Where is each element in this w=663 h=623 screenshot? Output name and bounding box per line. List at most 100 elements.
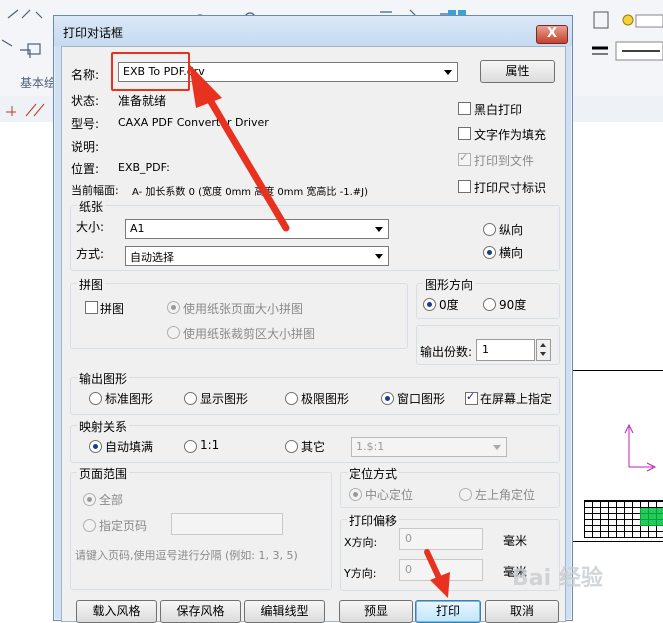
save-style-button[interactable]: 保存风格: [160, 600, 241, 623]
position-group: 定位方式 中心定位 左上角定位: [340, 465, 560, 508]
mapping-other-label: 其它: [301, 440, 326, 454]
mapping-group: 映射关系 自动填满 1:1 其它 1.$:1: [70, 418, 560, 463]
current-size-label: 当前幅面:: [71, 184, 119, 197]
size-mark-checkbox[interactable]: [458, 180, 471, 193]
chevron-down-icon: [372, 221, 386, 237]
cancel-button[interactable]: 取消: [485, 600, 559, 623]
description-label: 说明:: [71, 140, 100, 154]
model-value: CAXA PDF Converter Driver: [118, 116, 269, 129]
ribbon-right-panel: [572, 0, 663, 96]
paper-mode-select[interactable]: 自动选择: [125, 246, 389, 266]
tile-group-title: 拼图: [77, 276, 106, 293]
output-standard-radio[interactable]: [89, 392, 102, 405]
spin-up-icon: [540, 343, 546, 347]
position-group-title: 定位方式: [347, 465, 400, 482]
preview-button[interactable]: 预显: [339, 600, 413, 623]
edit-linetype-button[interactable]: 编辑线型: [244, 600, 325, 623]
page-all-radio[interactable]: [83, 493, 96, 506]
rotation-0-radio[interactable]: [423, 298, 436, 311]
annotation-highlight-box: [111, 52, 190, 91]
page-range-group: 页面范围 全部 指定页码 请键入页码,使用逗号进行分隔 (例如: 1, 3, 5…: [70, 465, 332, 590]
paper-group: 纸张 大小: A1 方式: 自动选择 纵向 横向: [70, 198, 560, 271]
mapping-ratio-select[interactable]: 1.$:1: [351, 437, 507, 457]
secondary-toolbar-icons: [6, 103, 45, 117]
offset-y-input[interactable]: 0: [399, 559, 483, 581]
output-display-radio[interactable]: [184, 392, 197, 405]
tile-crop-size-label: 使用纸张裁剪区大小拼图: [183, 327, 316, 341]
close-button[interactable]: X: [536, 25, 568, 44]
page-range-group-title: 页面范围: [77, 465, 130, 482]
chevron-down-icon: [490, 439, 504, 455]
tile-crop-size-radio[interactable]: [167, 326, 180, 339]
dialog-title: 打印对话框: [63, 26, 124, 40]
output-limits-radio[interactable]: [285, 392, 298, 405]
mapping-other-radio[interactable]: [285, 440, 298, 453]
print-to-file-checkbox[interactable]: [458, 151, 471, 166]
position-topleft-label: 左上角定位: [475, 488, 536, 502]
landscape-radio[interactable]: [483, 246, 496, 259]
mapping-ratio-value: 1.$:1: [356, 440, 385, 453]
page-specific-label: 指定页码: [99, 519, 148, 533]
orientation-group-title: 图形方向: [423, 276, 476, 293]
paper-mode-label: 方式:: [76, 247, 105, 261]
page-numbers-input[interactable]: [171, 513, 283, 535]
tile-group: 拼图 拼图 使用纸张页面大小拼图 使用纸张裁剪区大小拼图: [70, 276, 408, 349]
print-button[interactable]: 打印: [415, 600, 481, 623]
rotation-90-radio[interactable]: [483, 298, 496, 311]
page-specific-radio[interactable]: [83, 519, 96, 532]
bw-print-checkbox[interactable]: [458, 102, 471, 115]
copies-label: 输出份数:: [420, 345, 473, 359]
title-block-highlight: [640, 508, 663, 526]
paper-size-label: 大小:: [76, 220, 105, 234]
paper-size-select[interactable]: A1: [125, 219, 389, 239]
mapping-1to1-label: 1:1: [200, 438, 220, 452]
watermark: Bai 经验: [512, 566, 603, 591]
output-group: 输出图形 标准图形 显示图形 极限图形 窗口图形 在屏幕上指定: [70, 370, 560, 415]
print-to-file-label: 打印到文件: [474, 154, 535, 168]
copies-spinner[interactable]: [536, 339, 551, 361]
mapping-fill-label: 自动填满: [105, 440, 154, 454]
mapping-fill-radio[interactable]: [89, 440, 102, 453]
bw-print-label: 黑白打印: [474, 103, 523, 117]
on-screen-checkbox[interactable]: [465, 390, 478, 405]
status-value: 准备就绪: [118, 94, 167, 108]
output-standard-label: 标准图形: [105, 392, 154, 406]
paper-mode-value: 自动选择: [130, 251, 174, 264]
print-dialog: 打印对话框 X 名称: EXB To PDF.drv 属性 状态: 准备就绪 型…: [53, 15, 573, 623]
on-screen-label: 在屏幕上指定: [480, 392, 553, 406]
current-size-value: A- 加长系数 0 (宽度 0mm 高度 0mm 宽高比 -1.#J): [132, 187, 368, 198]
portrait-radio[interactable]: [483, 223, 496, 236]
dialog-titlebar[interactable]: 打印对话框 X: [54, 16, 572, 46]
rotation-90-label: 90度: [499, 298, 527, 312]
tile-checkbox[interactable]: [85, 301, 98, 314]
output-limits-label: 极限图形: [301, 392, 350, 406]
offset-x-value: 0: [405, 532, 412, 545]
position-center-radio[interactable]: [349, 488, 362, 501]
mapping-1to1-radio[interactable]: [184, 440, 197, 453]
offset-x-label: X方向:: [344, 536, 378, 549]
output-window-label: 窗口图形: [397, 392, 446, 406]
tile-label: 拼图: [100, 302, 125, 316]
offset-group-title: 打印偏移: [347, 512, 400, 529]
paper-group-title: 纸张: [77, 198, 106, 215]
offset-y-label: Y方向:: [344, 567, 377, 580]
orientation-group: 图形方向 0度 90度: [416, 276, 560, 319]
tile-page-size-radio[interactable]: [167, 301, 180, 314]
dialog-client: 名称: EXB To PDF.drv 属性 状态: 准备就绪 型号: CAXA …: [61, 46, 566, 623]
page-range-hint: 请键入页码,使用逗号进行分隔 (例如: 1, 3, 5): [75, 549, 298, 562]
name-label: 名称:: [71, 68, 100, 82]
mapping-group-title: 映射关系: [77, 418, 130, 435]
load-style-button[interactable]: 载入风格: [76, 600, 157, 623]
paper-size-value: A1: [130, 222, 145, 235]
offset-x-input[interactable]: 0: [399, 528, 483, 550]
chevron-down-icon: [372, 248, 386, 264]
output-window-radio[interactable]: [381, 392, 394, 405]
copies-input[interactable]: 1: [476, 339, 535, 361]
position-topleft-radio[interactable]: [459, 488, 472, 501]
properties-button[interactable]: 属性: [480, 60, 555, 83]
size-mark-label: 打印尺寸标识: [474, 181, 547, 195]
text-fill-checkbox[interactable]: [458, 127, 471, 140]
output-group-title: 输出图形: [77, 370, 130, 387]
model-label: 型号:: [71, 117, 100, 131]
landscape-label: 横向: [499, 246, 524, 260]
